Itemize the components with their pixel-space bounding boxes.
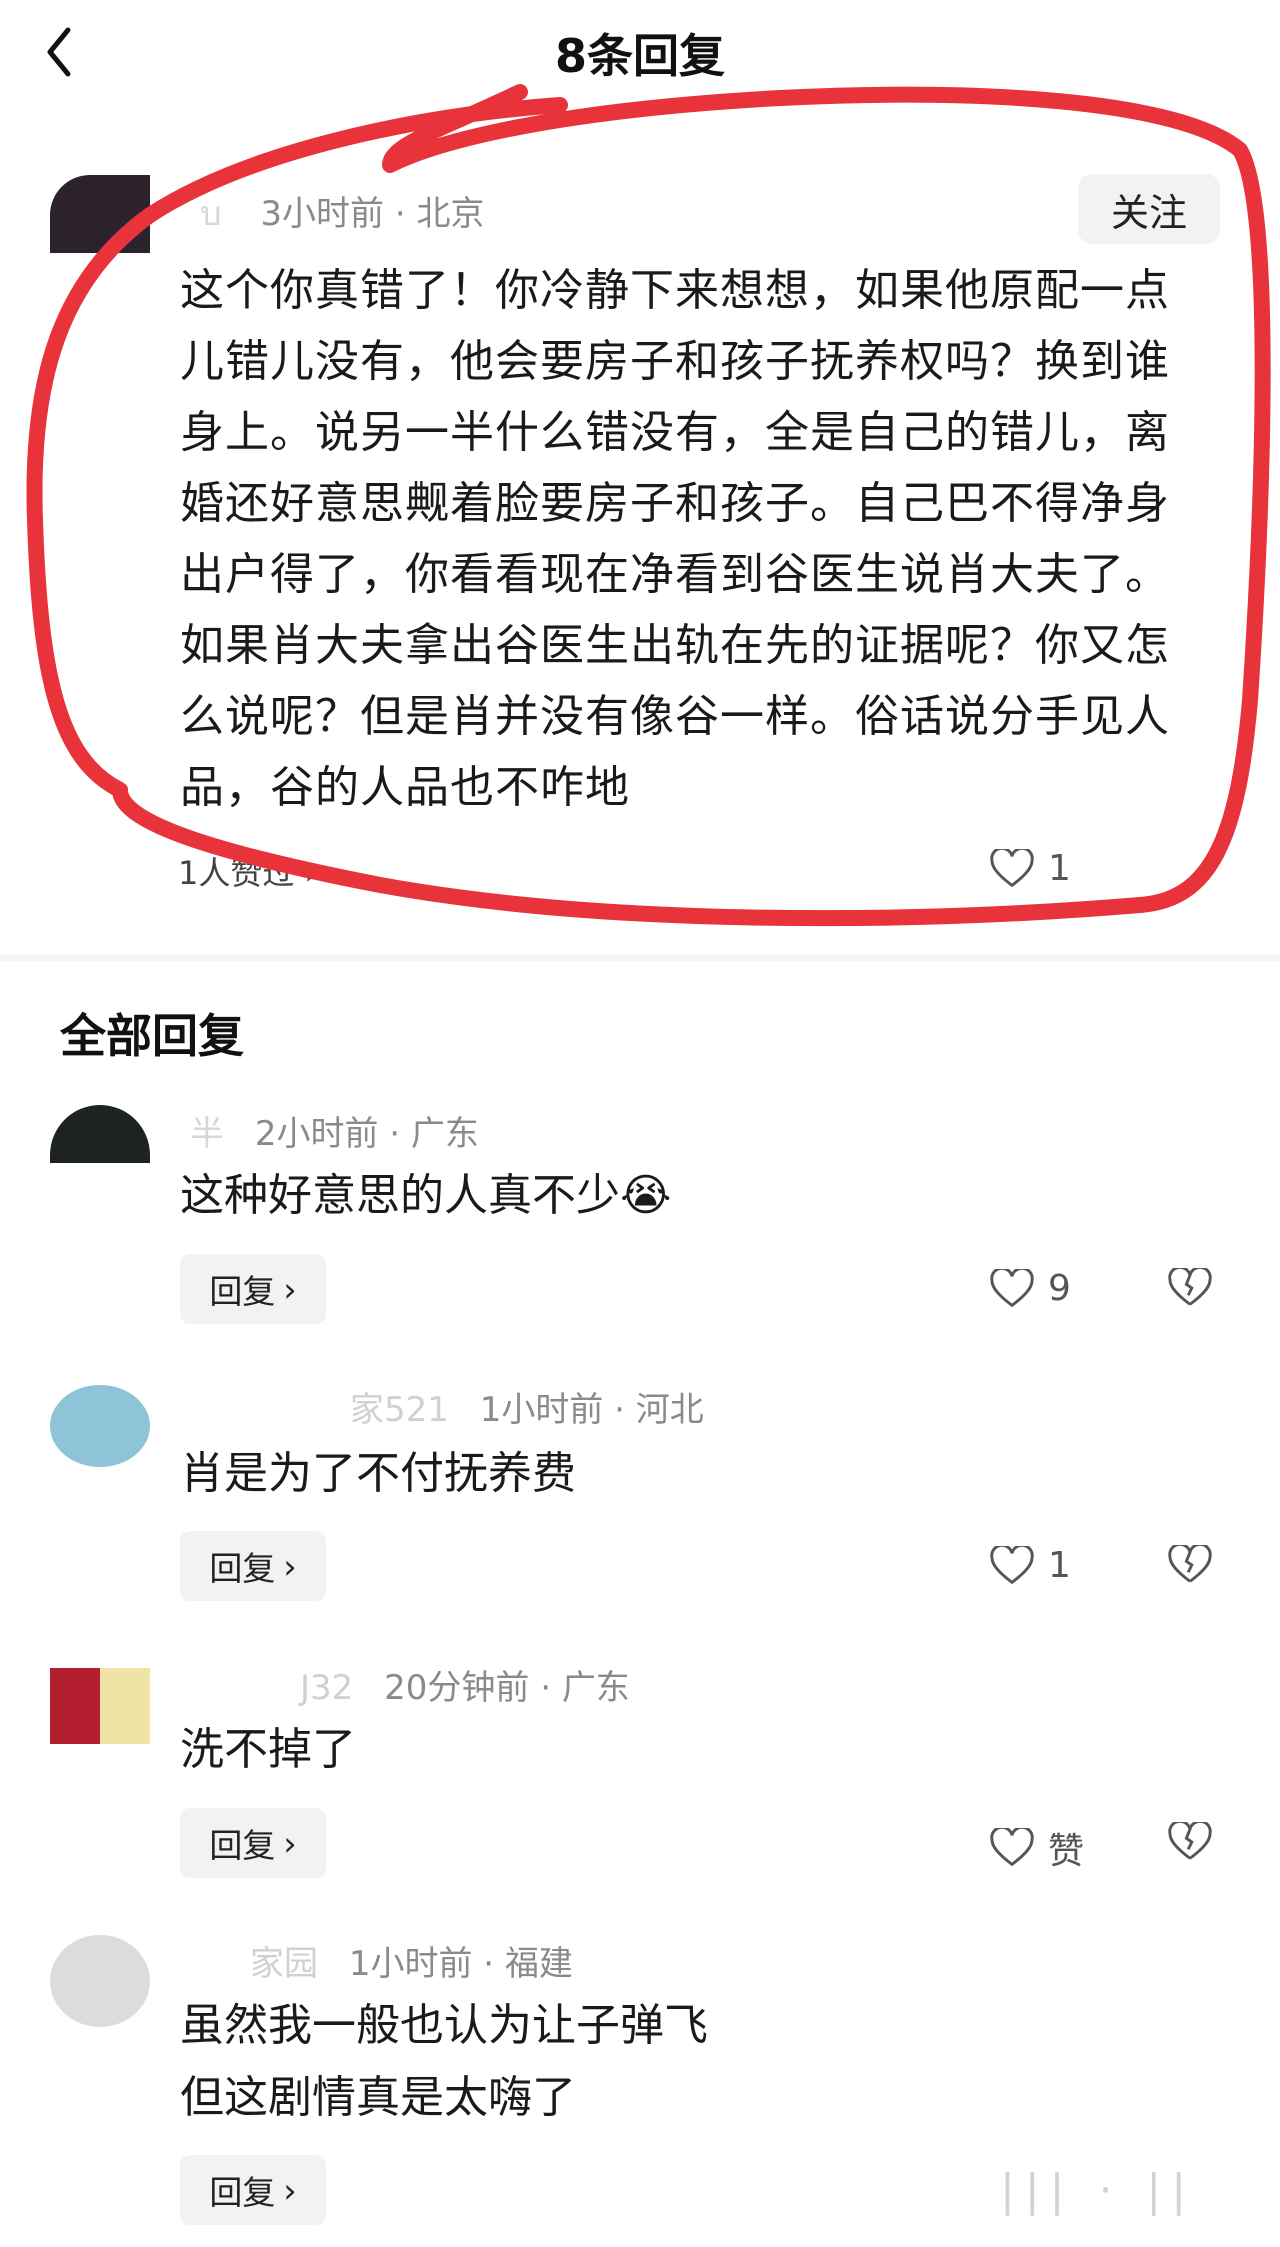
comment-text-line-1: 虽然我一般也认为让子弹飞: [180, 2000, 708, 2051]
comment-text: 肖是为了不付抚养费: [180, 1448, 576, 1499]
broken-heart-icon[interactable]: [1168, 1819, 1212, 1866]
reply-label: 回复: [209, 1826, 276, 1865]
broken-heart-icon[interactable]: [1168, 1542, 1212, 1589]
author-name[interactable]: บ: [200, 194, 222, 234]
top-bar: 8条回复: [0, 0, 1280, 110]
post-location: 北京: [416, 194, 485, 234]
comment-meta: J32 20分钟前 · 广东: [300, 1668, 630, 1708]
avatar[interactable]: [50, 1668, 150, 1744]
heart-icon: [990, 1545, 1034, 1584]
author-name[interactable]: 家521: [350, 1390, 449, 1430]
comment-time: 1小时前: [348, 1944, 473, 1984]
like-button[interactable]: 1: [990, 1545, 1071, 1586]
follow-button[interactable]: 关注: [1078, 174, 1220, 244]
reply-label: 回复: [209, 1549, 276, 1588]
reply-label: 回复: [209, 1272, 276, 1311]
avatar[interactable]: [50, 1385, 150, 1467]
like-count: 1: [1048, 848, 1071, 889]
comment-location: 河北: [635, 1390, 704, 1430]
comment-text-line-2: 但这剧情真是太嗨了: [180, 2072, 576, 2123]
like-count: 1: [1048, 1545, 1071, 1586]
watermark: ||| · ||: [1000, 2165, 1197, 2216]
avatar[interactable]: [50, 175, 150, 253]
like-button[interactable]: 赞: [990, 1822, 1084, 1874]
post-text: 这个你真错了！你冷静下来想想，如果他原配一点儿错儿没有，他会要房子和孩子抚养权吗…: [180, 265, 1170, 813]
avatar[interactable]: [50, 1105, 150, 1163]
comment-text: 洗不掉了: [180, 1724, 356, 1775]
chevron-right-icon: ›: [283, 1269, 297, 1309]
post-time: 3小时前: [260, 194, 385, 234]
comment-time: 20分钟前: [384, 1668, 530, 1708]
like-count: 赞: [1048, 1831, 1085, 1872]
author-name[interactable]: J32: [300, 1668, 353, 1708]
like-button[interactable]: 1: [990, 848, 1071, 889]
broken-heart-icon[interactable]: [1168, 1265, 1212, 1312]
heart-icon: [990, 1828, 1034, 1867]
comment-meta: 家园 1小时前 · 福建: [250, 1944, 573, 1984]
reply-button[interactable]: 回复 ›: [180, 2155, 326, 2225]
comment-meta: 半 2小时前 · 广东: [190, 1114, 479, 1154]
comment-location: 广东: [561, 1668, 630, 1708]
comment-text: 这种好意思的人真不少😭: [180, 1170, 672, 1221]
author-name[interactable]: 家园: [250, 1944, 318, 1984]
reply-button[interactable]: 回复 ›: [180, 1531, 326, 1601]
likers-summary[interactable]: 1人赞过 ›: [178, 848, 317, 894]
heart-icon: [990, 848, 1034, 887]
reply-label: 回复: [209, 2173, 276, 2212]
like-button[interactable]: 9: [990, 1268, 1071, 1309]
reply-button[interactable]: 回复 ›: [180, 1808, 326, 1878]
chevron-right-icon: ›: [283, 1546, 297, 1586]
section-title: 全部回复: [60, 1009, 244, 1063]
avatar[interactable]: [50, 1935, 150, 2027]
post-meta: บ 3小时前 · 北京: [200, 194, 485, 234]
heart-icon: [990, 1268, 1034, 1307]
author-name[interactable]: 半: [190, 1114, 224, 1154]
comment-time: 1小时前: [479, 1390, 604, 1430]
divider: [0, 955, 1280, 961]
comment-location: 广东: [410, 1114, 479, 1154]
comment-meta: 家521 1小时前 · 河北: [350, 1390, 704, 1430]
reply-button[interactable]: 回复 ›: [180, 1254, 326, 1324]
like-count: 9: [1048, 1268, 1071, 1309]
comment-location: 福建: [504, 1944, 573, 1984]
chevron-right-icon: ›: [283, 1823, 297, 1863]
comment-time: 2小时前: [254, 1114, 379, 1154]
chevron-right-icon: ›: [283, 2170, 297, 2210]
page-title: 8条回复: [554, 29, 725, 83]
